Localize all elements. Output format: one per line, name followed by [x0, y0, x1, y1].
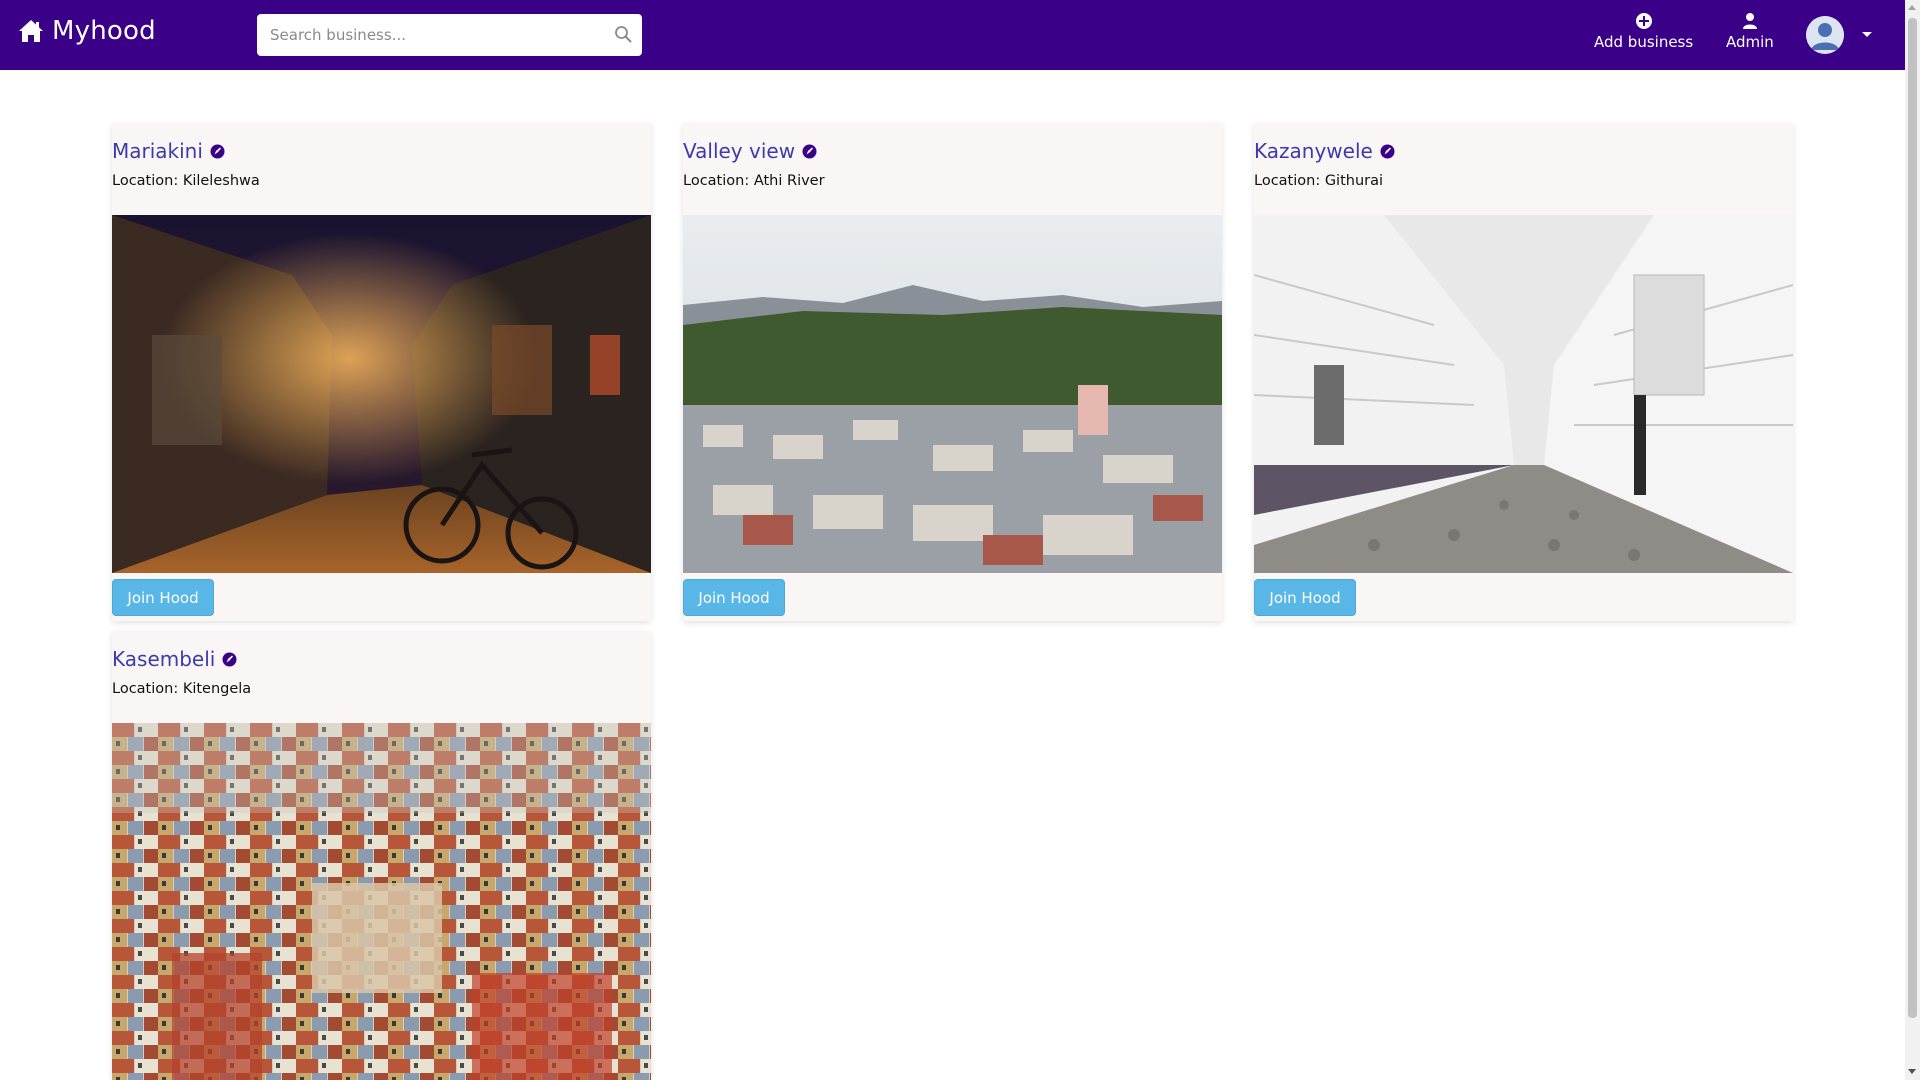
hood-location: Location: Githurai — [1254, 173, 1384, 189]
scroll-up-arrow-icon[interactable] — [1908, 5, 1916, 10]
hood-image — [683, 215, 1222, 573]
add-business-button[interactable]: Add business — [1594, 12, 1693, 51]
plus-circle-icon — [1635, 13, 1652, 29]
brand-name: Myhood — [52, 16, 156, 46]
hood-card: Valley view Location: Athi River Join Ho… — [683, 123, 1222, 621]
admin-button[interactable]: Admin — [1726, 12, 1774, 51]
scroll-thumb[interactable] — [1908, 18, 1917, 1018]
hood-card: Kazanywele Location: Githurai Join Hood — [1254, 123, 1793, 621]
brand-link[interactable]: Myhood — [18, 16, 156, 46]
hood-card: Kasembeli Location: Kitengela — [112, 631, 651, 1080]
card-title: Mariakini — [112, 139, 225, 163]
search-icon[interactable] — [614, 25, 632, 43]
verified-badge-icon — [802, 144, 817, 158]
hood-name-link[interactable]: Mariakini — [112, 139, 203, 163]
hood-image — [1254, 215, 1793, 573]
hood-image — [112, 215, 651, 573]
hood-image — [112, 723, 651, 1080]
verified-badge-icon — [1380, 144, 1395, 158]
add-business-label: Add business — [1594, 33, 1694, 51]
card-title: Valley view — [683, 139, 817, 163]
hood-card: Mariakini Location: Kileleshwa Join Hood — [112, 123, 651, 621]
hood-location: Location: Athi River — [683, 173, 825, 189]
join-hood-button[interactable]: Join Hood — [112, 579, 214, 616]
card-title: Kasembeli — [112, 647, 237, 671]
user-avatar[interactable] — [1806, 16, 1844, 54]
card-title: Kazanywele — [1254, 139, 1395, 163]
scroll-down-arrow-icon[interactable] — [1908, 1069, 1916, 1074]
hood-name-link[interactable]: Valley view — [683, 139, 795, 163]
search-bar — [257, 14, 642, 56]
search-input[interactable] — [270, 15, 600, 55]
avatar-icon — [1806, 16, 1844, 54]
home-icon — [19, 20, 43, 42]
verified-badge-icon — [222, 652, 237, 666]
hood-name-link[interactable]: Kasembeli — [112, 647, 215, 671]
hood-location: Location: Kileleshwa — [112, 173, 260, 189]
scrollbar[interactable] — [1905, 0, 1920, 1080]
hood-location: Location: Kitengela — [112, 681, 252, 697]
admin-label: Admin — [1726, 33, 1774, 51]
navbar: Myhood Add business Admin — [0, 0, 1905, 70]
hood-name-link[interactable]: Kazanywele — [1254, 139, 1373, 163]
user-icon — [1742, 13, 1757, 29]
join-hood-button[interactable]: Join Hood — [1254, 579, 1356, 616]
verified-badge-icon — [210, 144, 225, 158]
join-hood-button[interactable]: Join Hood — [683, 579, 785, 616]
user-menu-caret-icon[interactable] — [1862, 32, 1872, 37]
